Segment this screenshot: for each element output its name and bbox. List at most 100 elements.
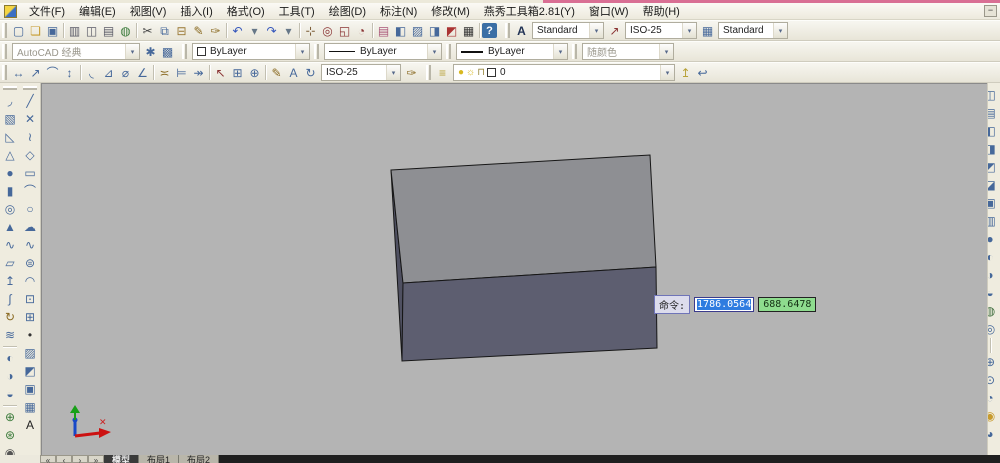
- layer-color-swatch[interactable]: [487, 68, 497, 77]
- tab-layout1[interactable]: 布局1: [139, 455, 180, 463]
- box-top-face[interactable]: [390, 154, 657, 284]
- undo-dropdown-icon[interactable]: ▾: [246, 22, 263, 39]
- my-workspace-icon[interactable]: ▩: [159, 43, 176, 60]
- menu-modify[interactable]: 修改(M): [424, 2, 477, 20]
- box-front-face[interactable]: [401, 266, 658, 362]
- quickcalc-icon[interactable]: ▦: [460, 22, 477, 39]
- clipped-toolbar-icon[interactable]: ◐: [988, 248, 999, 266]
- clipped-toolbar-icon[interactable]: ◒: [988, 284, 999, 302]
- clipped-toolbar-icon[interactable]: ⊕: [988, 353, 999, 371]
- toolbar-grip[interactable]: [3, 86, 17, 90]
- coordinate-y-input[interactable]: 688.6478: [758, 297, 817, 312]
- layer-properties-manager-icon[interactable]: ≡: [434, 64, 451, 81]
- free-orbit-icon[interactable]: ⊛: [1, 426, 19, 444]
- clipped-toolbar-icon[interactable]: ◪: [988, 176, 999, 194]
- toolbar-grip[interactable]: [505, 23, 510, 38]
- region-icon[interactable]: ▣: [21, 380, 39, 398]
- clipped-toolbar-icon[interactable]: ▣: [988, 194, 999, 212]
- open-icon[interactable]: ❏: [27, 22, 44, 39]
- workspace-settings-icon[interactable]: ✱: [142, 43, 159, 60]
- box-icon[interactable]: ▧: [1, 110, 19, 128]
- tab-layout2[interactable]: 布局2: [179, 455, 220, 463]
- tab-nav-prev[interactable]: ‹: [56, 455, 72, 463]
- cut-icon[interactable]: ✂: [139, 22, 156, 39]
- dimension-style-manager-icon[interactable]: ✑: [403, 64, 420, 81]
- publish-icon[interactable]: ▤: [100, 22, 117, 39]
- layer-combo[interactable]: ● ☼ ⊓ 0 ▾: [453, 64, 675, 81]
- zoom-realtime-icon[interactable]: ◎: [319, 22, 336, 39]
- clipped-toolbar-icon[interactable]: ●: [988, 230, 999, 248]
- markup-manager-icon[interactable]: ◩: [443, 22, 460, 39]
- quick-leader-icon[interactable]: ↖: [212, 64, 229, 81]
- plot-icon[interactable]: ▥: [66, 22, 83, 39]
- tolerance-icon[interactable]: ⊞: [229, 64, 246, 81]
- polygon-icon[interactable]: ◇: [21, 146, 39, 164]
- sphere-icon[interactable]: ●: [1, 164, 19, 182]
- loft-icon[interactable]: ≋: [1, 326, 19, 344]
- paste-icon[interactable]: ⊟: [173, 22, 190, 39]
- menu-help[interactable]: 帮助(H): [636, 2, 687, 20]
- chevron-down-icon[interactable]: ▾: [589, 23, 603, 38]
- drawing-canvas[interactable]: ✕ 命令: 1786.0564 688.6478: [41, 83, 987, 455]
- menu-draw[interactable]: 绘图(D): [322, 2, 373, 20]
- copy-icon[interactable]: ⧉: [156, 22, 173, 39]
- menu-view[interactable]: 视图(V): [123, 2, 174, 20]
- menu-dimension[interactable]: 标注(N): [373, 2, 424, 20]
- revolve-icon[interactable]: ↻: [1, 308, 19, 326]
- chevron-down-icon[interactable]: ▾: [660, 65, 674, 80]
- clipped-toolbar-icon[interactable]: ◔: [988, 389, 999, 407]
- chevron-down-icon[interactable]: ▾: [553, 44, 567, 59]
- table-style-icon[interactable]: ▦: [699, 22, 716, 39]
- clipped-toolbar-icon[interactable]: ◧: [988, 122, 999, 140]
- toolbar-grip[interactable]: [182, 44, 187, 59]
- dim-arc-length-icon[interactable]: ⌒: [44, 64, 61, 81]
- text-style-combo[interactable]: Standard ▾: [532, 22, 604, 39]
- help-icon[interactable]: ?: [482, 23, 497, 38]
- make-block-icon[interactable]: ⊞: [21, 308, 39, 326]
- arc-icon[interactable]: ⌒: [21, 182, 39, 200]
- dim-continue-icon[interactable]: ↠: [190, 64, 207, 81]
- rectangle-icon[interactable]: ▭: [21, 164, 39, 182]
- layer-previous-icon[interactable]: ↩: [694, 64, 711, 81]
- zoom-previous-icon[interactable]: ◔: [353, 22, 370, 39]
- workspace-combo[interactable]: AutoCAD 经典 ▾: [12, 43, 140, 60]
- clipped-toolbar-icon[interactable]: ◫: [988, 86, 999, 104]
- dim-aligned-icon[interactable]: ↗: [27, 64, 44, 81]
- toolbar-grip[interactable]: [314, 44, 319, 59]
- new-icon[interactable]: ▢: [10, 22, 27, 39]
- chevron-down-icon[interactable]: ▾: [682, 23, 696, 38]
- tab-model[interactable]: 模型: [104, 455, 140, 463]
- text-style-icon[interactable]: A: [513, 22, 530, 39]
- dim-jogged-icon[interactable]: ⊿: [100, 64, 117, 81]
- pyramid-icon[interactable]: ▲: [1, 218, 19, 236]
- dim-edit-icon[interactable]: ✎: [268, 64, 285, 81]
- clipped-toolbar-icon[interactable]: ◨: [988, 140, 999, 158]
- redo-icon[interactable]: ↷: [263, 22, 280, 39]
- union-icon[interactable]: ◐: [1, 349, 19, 367]
- tab-nav-first[interactable]: «: [40, 455, 56, 463]
- block-editor-icon[interactable]: ✎: [190, 22, 207, 39]
- menu-edit[interactable]: 编辑(E): [72, 2, 123, 20]
- window-minimize-button[interactable]: −: [984, 5, 997, 17]
- menu-tools[interactable]: 工具(T): [272, 2, 322, 20]
- toolbar-grip[interactable]: [446, 44, 451, 59]
- spline-icon[interactable]: ∿: [21, 236, 39, 254]
- cylinder-icon[interactable]: ▮: [1, 182, 19, 200]
- clipped-toolbar-icon[interactable]: ▤: [988, 104, 999, 122]
- torus-icon[interactable]: ◎: [1, 200, 19, 218]
- hatch-icon[interactable]: ▨: [21, 344, 39, 362]
- chevron-down-icon[interactable]: ▾: [125, 44, 139, 59]
- menu-format[interactable]: 格式(O): [220, 2, 272, 20]
- toolbar-grip[interactable]: [2, 23, 7, 38]
- match-properties-icon[interactable]: ✑: [207, 22, 224, 39]
- publish-web-icon[interactable]: ◍: [117, 22, 134, 39]
- toolbar-grip[interactable]: [2, 44, 7, 59]
- wedge-icon[interactable]: ◺: [1, 128, 19, 146]
- table-icon[interactable]: ▦: [21, 398, 39, 416]
- layer-on-icon[interactable]: ●: [458, 67, 464, 78]
- orbit-3d-icon[interactable]: ⊕: [1, 408, 19, 426]
- revcloud-icon[interactable]: ☁: [21, 218, 39, 236]
- intersect-icon[interactable]: ◒: [1, 385, 19, 403]
- circle-icon[interactable]: ○: [21, 200, 39, 218]
- sweep-icon[interactable]: ∫: [1, 290, 19, 308]
